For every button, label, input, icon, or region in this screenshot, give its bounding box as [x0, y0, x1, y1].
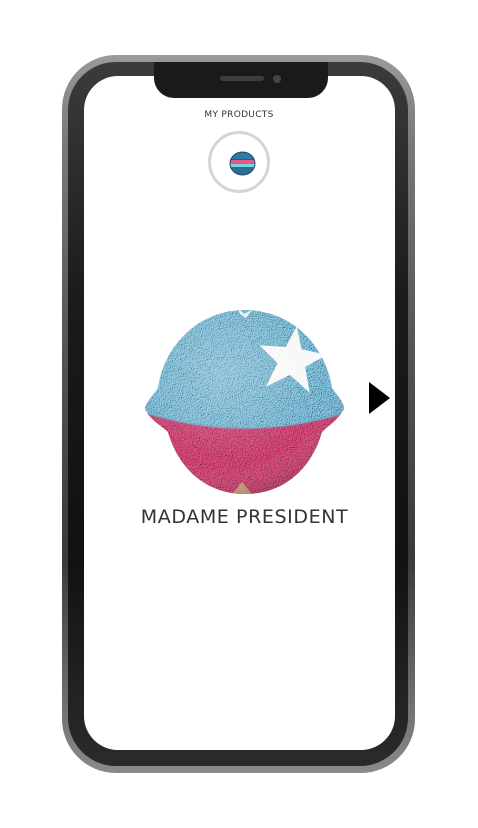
page-title: MY PRODUCTS — [204, 110, 274, 120]
app-stage: MY PRODUCTS MADAME PRESIDENT — [0, 0, 478, 828]
play-triangle-right-icon[interactable] — [366, 380, 392, 416]
bath-bomb-thumbnail-icon — [229, 151, 256, 176]
speaker-grille — [220, 76, 264, 81]
product-image — [145, 310, 345, 494]
product-name: MADAME PRESIDENT — [140, 506, 349, 528]
front-camera — [273, 75, 281, 83]
